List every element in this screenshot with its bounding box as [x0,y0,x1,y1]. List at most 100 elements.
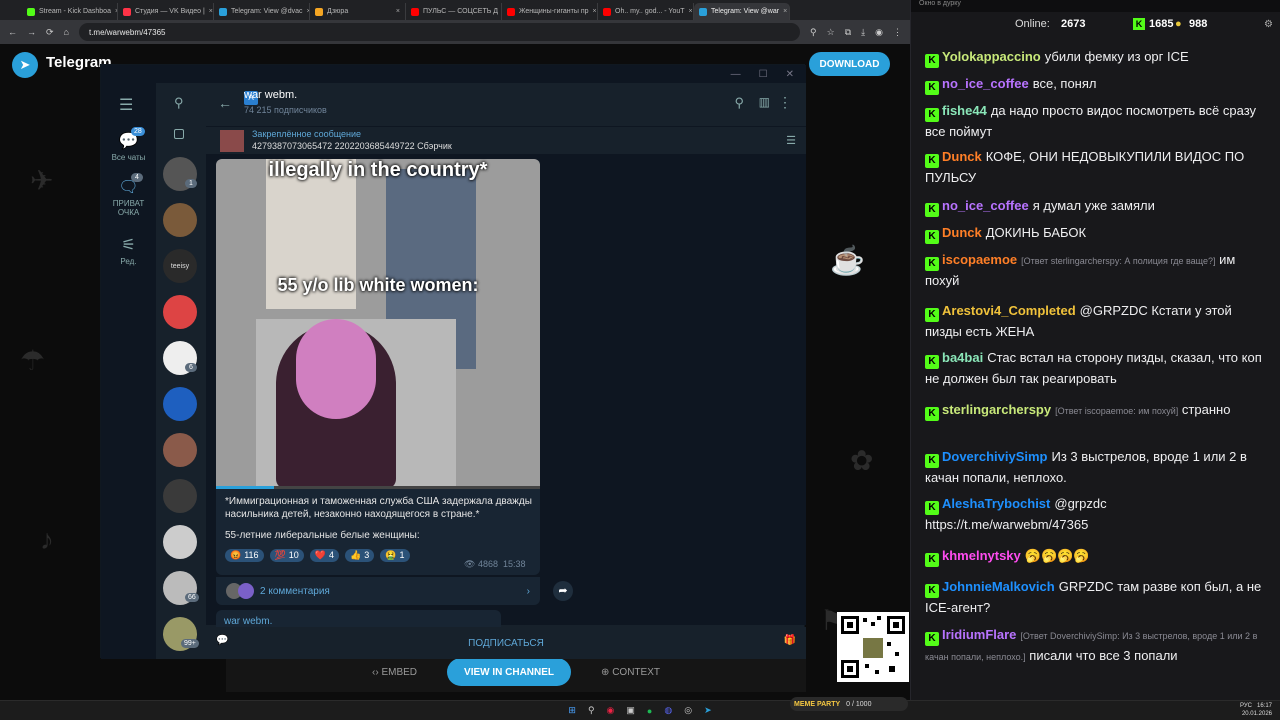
tab-close-icon[interactable]: × [209,8,213,15]
chat-avatar[interactable] [163,433,197,467]
chat-username[interactable]: no_ice_coffee [942,76,1029,91]
folder-all-chats[interactable]: 💬 Все чаты 28 [101,127,156,162]
zoom-icon[interactable]: ⚲ [810,27,817,38]
browser-tab[interactable]: ПУЛЬС — СОЦСЕТЬ Д× [406,3,502,20]
commenter-avatar [238,583,254,599]
download-icon[interactable]: ⤓ [861,27,865,38]
hamburger-menu-icon[interactable]: ☰ [119,95,133,115]
comments-button[interactable]: 2 комментария › [216,577,540,605]
folder-edit[interactable]: ⚟ Ред. [101,235,156,266]
browser-tab[interactable]: Женщины-гиганты пр × [502,3,598,20]
post-video[interactable]: illegally in the country* 55 y/o lib whi… [216,159,540,489]
spotify-icon[interactable]: ● [647,706,652,716]
menu-icon[interactable]: ⋮ [893,27,902,38]
forward-icon[interactable]: → [27,27,36,37]
back-icon[interactable]: ← [8,27,17,37]
chat-username[interactable]: IridiumFlare [942,627,1016,642]
chat-username[interactable]: no_ice_coffee [942,198,1029,213]
reaction-chip[interactable]: 🤮 1 [380,549,410,562]
telegram-icon[interactable]: ➤ [704,705,712,716]
chat-avatar[interactable] [163,387,197,421]
back-arrow-icon[interactable]: ← [218,95,232,111]
minimize-icon[interactable]: — [731,69,741,80]
settings-icon[interactable]: ⚙ [1264,19,1273,30]
chat-username[interactable]: khmelnytsky [942,548,1021,563]
chat-username[interactable]: Dunck [942,149,982,164]
chrome-icon[interactable]: ◉ [607,705,615,716]
telegram-logo-icon[interactable]: ➤ [12,52,38,78]
chat-avatar[interactable] [163,525,197,559]
profile-icon[interactable]: ◉ [875,27,883,38]
gift-icon[interactable]: 🎁 [784,635,796,646]
pinned-message-bar[interactable]: Закреплённое сообщение 4279387073065472 … [206,127,806,155]
browser-tab[interactable]: Студия — VK Видео | × [118,3,214,20]
chat-avatar[interactable]: 66 [163,571,199,605]
chat-avatar[interactable] [163,479,197,513]
chat-username[interactable]: AleshaTrybochist [942,496,1050,511]
close-icon[interactable]: ✕ [786,69,794,80]
next-post-preview[interactable]: war webm. [216,610,501,628]
browser-tab[interactable]: Дзюра × [310,3,406,20]
browser-tab[interactable]: Stream - Kick Dashboa× [22,3,118,20]
download-button[interactable]: DOWNLOAD [809,52,890,76]
maximize-icon[interactable]: ☐ [759,69,768,80]
star-icon[interactable]: ☆ [827,27,835,38]
reaction-chip[interactable]: ❤️ 4 [309,549,340,562]
chat-avatar[interactable]: 6 [163,341,197,375]
reaction-chip[interactable]: 💯 10 [269,549,304,562]
chat-username[interactable]: sterlingarcherspy [942,402,1051,417]
view-in-channel-button[interactable]: VIEW IN CHANNEL [447,658,572,686]
chat-username[interactable]: JohnnieMalkovich [942,579,1055,594]
chat-username[interactable]: DoverchiviySimp [942,449,1048,464]
browser-tab[interactable]: Telegram: View @dvac× [214,3,310,20]
share-icon[interactable]: ➦ [553,581,573,601]
url-field[interactable]: t.me/warwebm/47365 [78,23,801,41]
chat-avatar[interactable] [163,203,197,237]
meme-caption-middle: 55 y/o lib white women: [277,275,479,295]
folder-private[interactable]: 🗨 ПРИВАТ ОЧКА 4 [101,173,156,217]
search-icon[interactable]: ⚲ [174,95,184,111]
chat-username[interactable]: Arestovi4_Completed [942,303,1076,318]
video-progress-track[interactable] [216,486,540,489]
chat-avatar[interactable]: 99+ [163,617,199,651]
extensions-icon[interactable]: ⧉ [845,27,851,38]
embed-button[interactable]: ‹› EMBED [372,667,417,678]
search-icon[interactable]: ⚲ [734,95,744,111]
chat-username[interactable]: iscopaemoe [942,252,1017,267]
reaction-chip[interactable]: 😡 116 [225,549,264,562]
chat-avatar[interactable]: 1 [163,157,197,191]
tab-close-icon[interactable]: × [783,8,787,15]
pin-list-icon[interactable]: ☰ [786,134,796,147]
tab-close-icon[interactable]: × [593,8,597,15]
chat-username[interactable]: Yolokappaccino [942,49,1041,64]
reaction-chip[interactable]: 👍 3 [345,549,375,562]
reload-icon[interactable]: ⟳ [46,27,54,38]
search-icon[interactable]: ⚲ [588,705,595,716]
context-button[interactable]: ⊕ CONTEXT [601,667,660,678]
chat-username[interactable]: Dunck [942,225,982,240]
obs-icon[interactable]: ◎ [684,705,692,716]
chat-username[interactable]: fishe44 [942,103,987,118]
discord-icon[interactable]: ◍ [664,705,672,716]
doodle-icon: ✈ [30,165,54,196]
tab-close-icon[interactable]: × [396,8,400,15]
language-indicator[interactable]: РУС [1240,703,1252,709]
start-icon[interactable]: ⊞ [568,705,576,716]
discussion-icon[interactable]: 💬 [216,635,228,646]
kick-badge-icon: K [925,584,939,598]
browser-tab[interactable]: Oh.. my.. god... - YouT × [598,3,694,20]
chat-avatar[interactable]: teeisy [163,249,197,283]
browser-tab[interactable]: Telegram: View @war × [694,3,790,20]
sidebar-toggle-icon[interactable]: ▥ [759,95,770,109]
channel-post[interactable]: illegally in the country* 55 y/o lib whi… [216,159,540,575]
chat-username[interactable]: ba4bai [942,350,983,365]
more-icon[interactable]: ⋮ [778,94,792,111]
home-icon[interactable]: ⌂ [64,27,69,37]
tab-close-icon[interactable]: × [689,8,693,15]
subscribe-button[interactable]: ПОДПИСАТЬСЯ [468,638,544,649]
archive-icon[interactable] [174,129,184,139]
folder-label: Ред. [120,257,137,266]
chat-avatar[interactable] [163,295,197,329]
folder-icon[interactable]: ▣ [626,705,635,716]
channel-name[interactable]: war webm. [244,89,297,101]
